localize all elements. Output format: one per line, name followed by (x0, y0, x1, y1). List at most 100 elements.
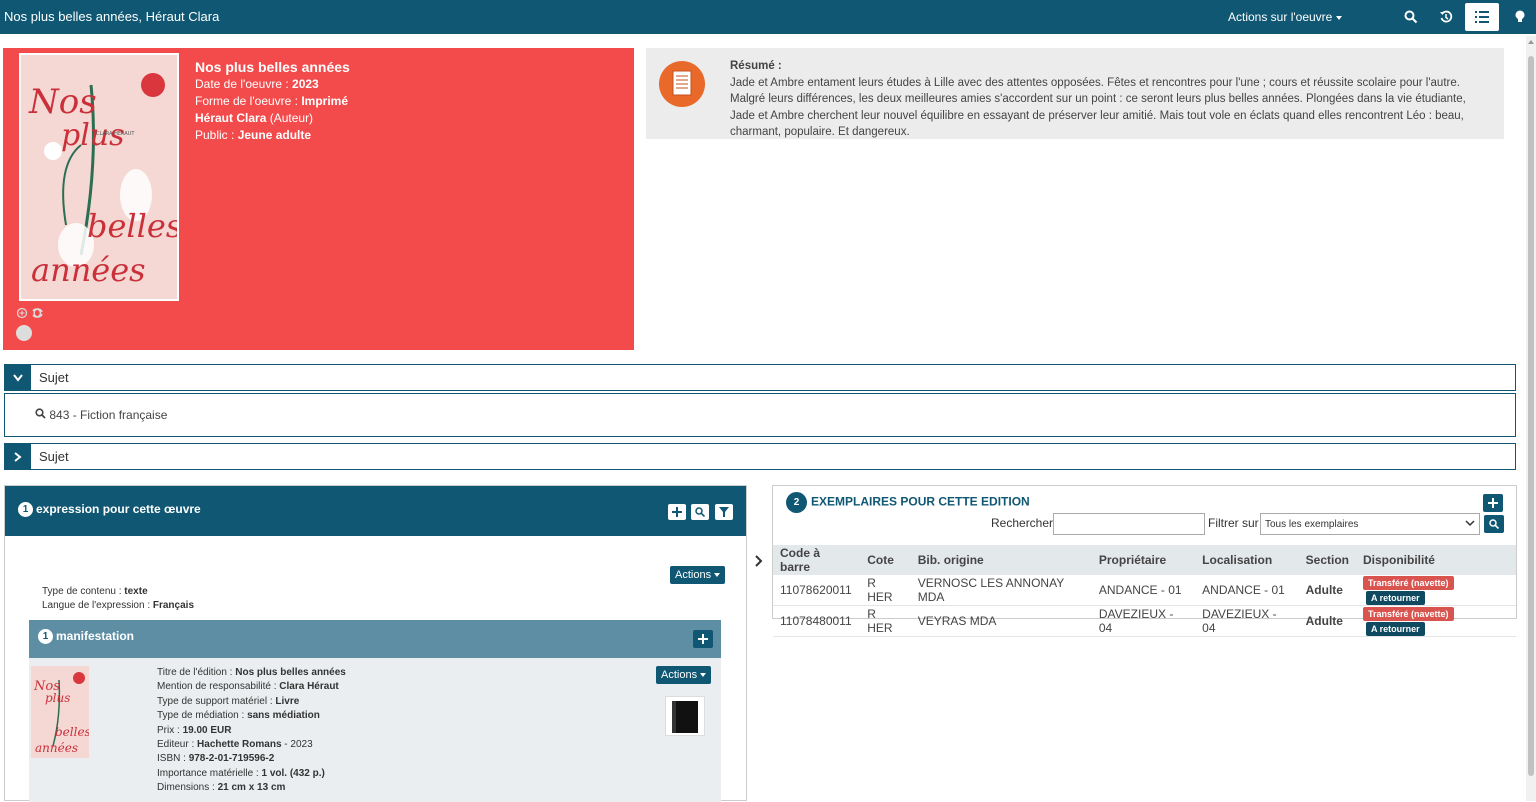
column-header[interactable]: Bib. origine (910, 545, 1092, 575)
cell-code[interactable]: 11078480011 (773, 605, 861, 637)
edition-field-label: Mention de responsabilité : (157, 681, 280, 693)
copies-search-button[interactable] (1484, 515, 1504, 533)
top-bar: Nos plus belles années, Héraut Clara Act… (0, 0, 1536, 34)
chevron-right-icon[interactable] (755, 555, 763, 570)
plus-icon (1488, 498, 1498, 508)
cover-title-3: belles (87, 207, 177, 245)
actions-oeuvre-menu[interactable]: Actions sur l'oeuvre (1228, 10, 1343, 24)
work-public-value: Jeune adulte (237, 128, 312, 142)
cell-loc: ANDANCE - 01 (1195, 575, 1299, 606)
manifestation-panel: 1 manifestation Nos plus belles années Ti… (29, 620, 721, 802)
copies-table-header: Code à barre Cote Bib. origine Propriétaire… (773, 545, 1516, 575)
edition-cover-title-3: belles (55, 725, 89, 739)
add-copy-button[interactable] (1483, 494, 1503, 512)
cover-title-4: années (31, 251, 146, 289)
plus-icon (698, 634, 708, 644)
edition-field-row: ISBN : 978-2-01-719596-2 (157, 752, 346, 766)
filter-icon (719, 507, 729, 517)
edition-field-value: 19.00 EUR (182, 724, 232, 736)
zoom-icon[interactable] (16, 307, 28, 319)
edition-field-row: Prix : 19.00 EUR (157, 724, 346, 738)
cell-prop: ANDANCE - 01 (1091, 575, 1196, 606)
status-badge-transfer: Transféré (navette) (1362, 607, 1454, 621)
content-type-value: texte (124, 586, 148, 597)
edition-field-value: 1 vol. (432 p.) (261, 767, 325, 779)
edition-field-row: Mention de responsabilité : Clara Héraut (157, 680, 346, 694)
page-title: Nos plus belles années, Héraut Clara (4, 9, 220, 24)
chevron-down-icon (1465, 520, 1475, 527)
search-expression-button[interactable] (691, 504, 709, 520)
caret-down-icon (1336, 15, 1343, 20)
subject-panel-1[interactable]: Sujet (4, 364, 1516, 391)
summary-label: Résumé : (730, 60, 782, 72)
list-icon[interactable] (1465, 3, 1499, 31)
manifestation-title: manifestation (56, 629, 135, 643)
copies-search-input[interactable] (1053, 513, 1205, 535)
edition-field-label: Type de médiation : (157, 710, 248, 722)
edition-field-value: 21 cm x 13 cm (217, 782, 286, 794)
edition-cover-illustration: Nos plus belles années (31, 666, 91, 758)
subject-item-text: 843 - Fiction française (49, 408, 168, 422)
summary-text-block: Résumé : Jade et Ambre entament leurs ét… (730, 58, 1490, 141)
expression-actions-button[interactable]: Actions (670, 566, 726, 584)
copies-filter-select[interactable]: Tous les exemplaires (1260, 513, 1480, 535)
page-scrollbar[interactable] (1526, 36, 1536, 801)
column-header[interactable]: Code à barre (773, 545, 861, 575)
subject-item-link[interactable]: 843 - Fiction française (35, 408, 167, 422)
work-date: Date de l'oeuvre : 2023 (195, 76, 350, 93)
add-manifestation-button[interactable] (693, 630, 713, 648)
edition-field-row: Type de support matériel : Livre (157, 695, 346, 709)
column-header[interactable]: Disponibilité (1355, 545, 1516, 575)
work-form-label: Forme de l'oeuvre : (195, 94, 302, 108)
history-icon[interactable] (1434, 6, 1458, 28)
status-badge-transfer: Transféré (navette) (1362, 576, 1454, 590)
manifestation-actions-button[interactable]: Actions (656, 666, 712, 684)
edition-field-label: ISBN : (157, 753, 189, 765)
manifestation-header: 1 manifestation (29, 620, 721, 658)
cell-code[interactable]: 11078620011 (773, 575, 861, 606)
add-expression-button[interactable] (668, 504, 686, 520)
edition-field-label: Dimensions : (157, 782, 218, 794)
column-header[interactable]: Localisation (1195, 545, 1299, 575)
subject-label: Sujet (39, 370, 69, 385)
column-header[interactable]: Propriétaire (1091, 545, 1196, 575)
expand-toggle[interactable] (5, 444, 31, 469)
expression-count-badge: 1 (18, 502, 33, 518)
work-public-label: Public : (195, 128, 238, 142)
edition-field-value: Hachette Romans (197, 739, 282, 751)
cover-author: CLARA HÉRAUT (96, 129, 135, 137)
table-row[interactable]: 11078480011 R HER VEYRAS MDA DAVEZIEUX - 04… (773, 605, 1516, 637)
book-cover-illustration: Nos plus belles années CLARA HÉRAUT (21, 55, 177, 299)
edition-cover-thumbnail[interactable]: Nos plus belles années (31, 666, 91, 758)
expression-header: 1 expression pour cette œuvre (5, 486, 746, 536)
table-row[interactable]: 11078620011 R HER VERNOSC LES ANNONAY MDA A… (773, 575, 1516, 606)
filter-selected-value: Tous les exemplaires (1265, 519, 1359, 530)
lightbulb-icon[interactable] (1508, 6, 1532, 28)
edition-cover-title-4: années (35, 741, 78, 755)
scrollbar-thumb[interactable] (1528, 56, 1534, 776)
subject-panel-2[interactable]: Sujet (4, 443, 1516, 470)
cover-indicator-dot[interactable] (16, 325, 32, 341)
work-header: Nos plus belles années CLARA HÉRAUT Nos … (3, 48, 634, 350)
search-icon (1489, 519, 1499, 529)
collapse-toggle[interactable] (5, 365, 31, 390)
cell-availability: Transféré (navette)A retourner (1355, 575, 1516, 606)
filter-expression-button[interactable] (715, 504, 733, 520)
column-header[interactable]: Section (1298, 545, 1356, 575)
document-icon (659, 61, 705, 107)
edition-field-label: Importance matérielle : (157, 767, 262, 779)
plus-icon (672, 507, 682, 517)
edition-field-label: Titre de l'édition : (157, 667, 236, 678)
cell-availability: Transféré (navette)A retourner (1355, 605, 1516, 637)
author-name-link[interactable]: Héraut Clara (195, 111, 266, 125)
book-cover[interactable]: Nos plus belles années CLARA HÉRAUT (19, 53, 179, 301)
scroll-up-arrow-icon[interactable] (1528, 40, 1534, 44)
edition-field-row: Type de médiation : sans médiation (157, 709, 346, 723)
cell-loc: DAVEZIEUX - 04 (1195, 605, 1299, 637)
column-header[interactable]: Cote (860, 545, 911, 575)
search-icon[interactable] (1399, 6, 1423, 28)
refresh-icon[interactable] (32, 308, 43, 318)
edition-field-extra: - 2023 (281, 739, 313, 751)
work-info: Nos plus belles années Date de l'oeuvre … (195, 58, 350, 144)
expression-panel: 1 expression pour cette œuvre Actions Typ… (4, 485, 747, 802)
